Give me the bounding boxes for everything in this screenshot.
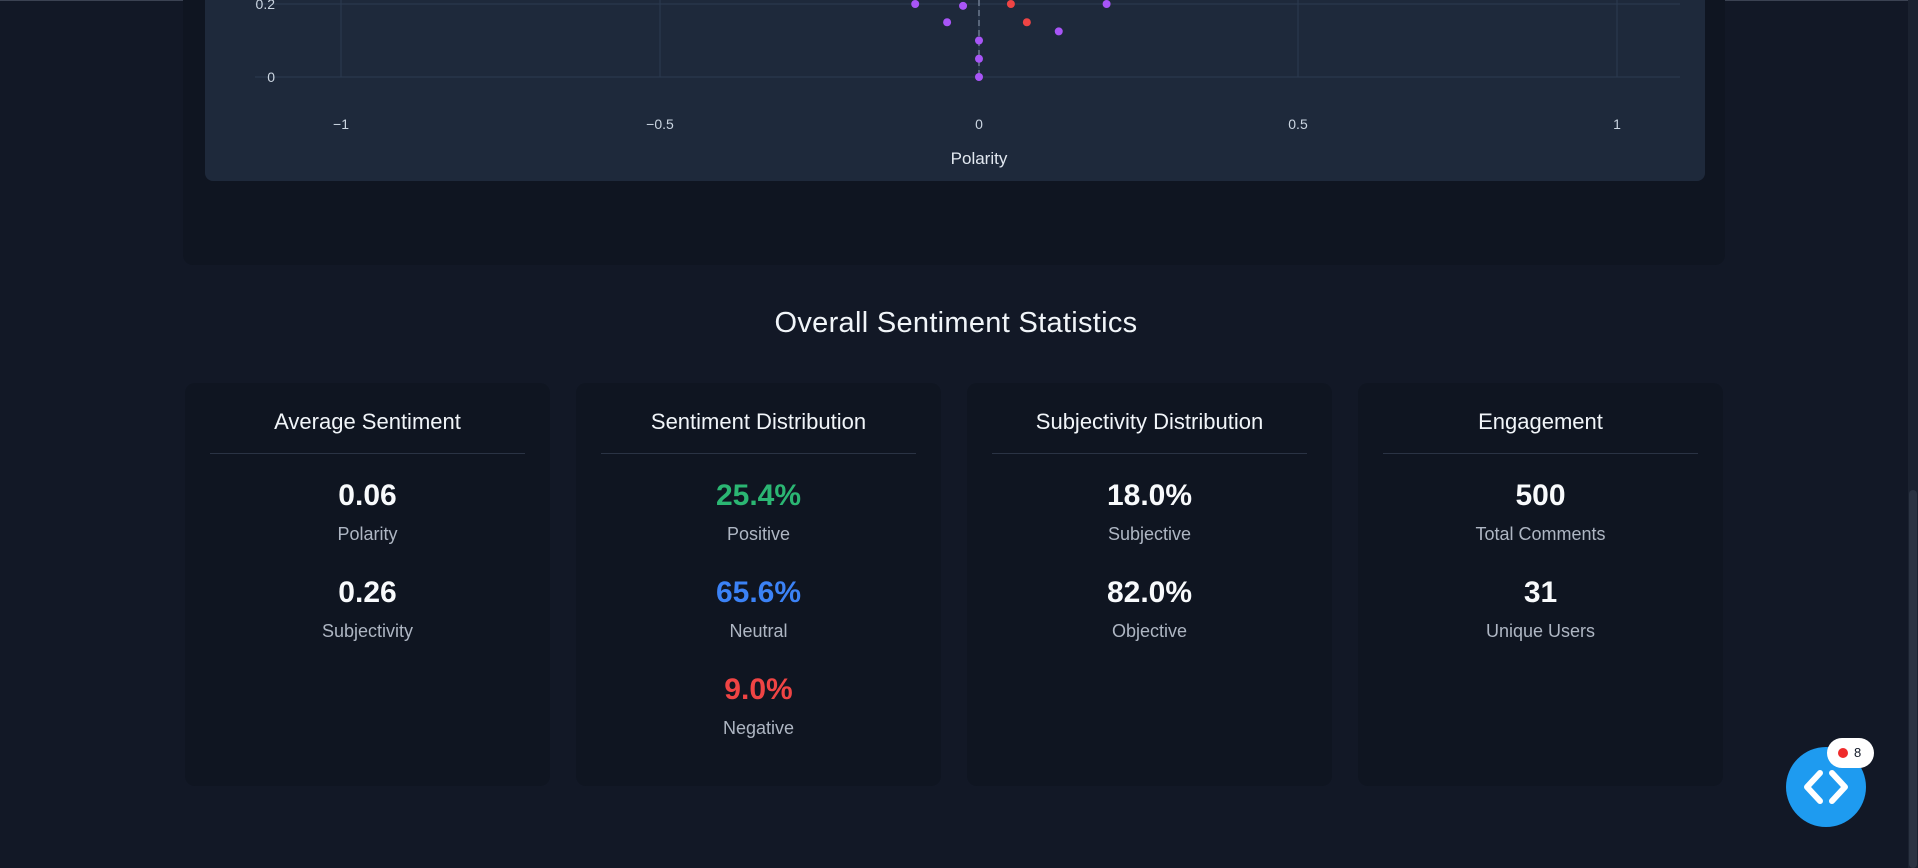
x-tick-label: 1 [1613, 116, 1621, 132]
card-title: Sentiment Distribution [601, 383, 916, 454]
scatter-point[interactable] [943, 18, 952, 27]
badge-count: 8 [1854, 745, 1862, 760]
stat-value: 500 [1515, 479, 1566, 512]
stat-subjective: 18.0% Subjective [967, 476, 1332, 545]
stat-label: Objective [1111, 621, 1188, 641]
stat-label: Positive [726, 524, 791, 544]
stat-value: 18.0% [1106, 479, 1193, 512]
stat-subjectivity: 0.26 Subjectivity [185, 573, 550, 642]
stat-value: 82.0% [1106, 576, 1193, 609]
stat-label: Negative [722, 718, 795, 738]
x-tick-label: −1 [333, 116, 349, 132]
stat-total-comments: 500 Total Comments [1358, 476, 1723, 545]
stat-label: Neutral [729, 621, 788, 641]
stat-value: 9.0% [724, 673, 793, 706]
scatter-point[interactable] [1102, 0, 1111, 8]
stat-value: 0.06 [338, 479, 397, 512]
y-tick-label: 0.2 [256, 0, 276, 12]
x-tick-label: 0 [975, 116, 983, 132]
stat-objective: 82.0% Objective [967, 573, 1332, 642]
notification-badge[interactable]: 8 [1827, 738, 1874, 768]
scatter-point[interactable] [975, 54, 983, 63]
y-tick-label: 0 [267, 69, 275, 85]
scatter-point[interactable] [1022, 18, 1031, 27]
scatter-point[interactable] [959, 1, 968, 10]
stat-polarity: 0.06 Polarity [185, 476, 550, 545]
stat-label: Polarity [337, 524, 398, 544]
card-title: Average Sentiment [210, 383, 525, 454]
x-tick-label: −0.5 [646, 116, 674, 132]
scatter-point[interactable] [911, 0, 920, 8]
stat-negative: 9.0% Negative [576, 670, 941, 739]
x-tick-label: 0.5 [1288, 116, 1308, 132]
stats-section-title: Overall Sentiment Statistics [774, 307, 1138, 339]
stat-unique-users: 31 Unique Users [1358, 573, 1723, 642]
scatter-point[interactable] [1054, 27, 1063, 36]
stat-label: Unique Users [1485, 621, 1596, 641]
scatter-point[interactable] [975, 73, 983, 81]
stat-label: Total Comments [1475, 524, 1606, 544]
card-title: Engagement [1383, 383, 1698, 454]
card-title: Subjectivity Distribution [992, 383, 1307, 454]
card-average-sentiment: Average Sentiment 0.06 Polarity 0.26 Sub… [185, 383, 550, 786]
stat-label: Subjective [1107, 524, 1192, 544]
polarity-subjectivity-scatter-chart: −1 −0.5 0 0.5 1 0 0.2 Polarity [255, 0, 1680, 168]
stat-label: Subjectivity [321, 621, 414, 641]
stat-value: 25.4% [715, 479, 802, 512]
card-subjectivity-distribution: Subjectivity Distribution 18.0% Subjecti… [967, 383, 1332, 786]
stat-value: 0.26 [338, 576, 397, 609]
card-sentiment-distribution: Sentiment Distribution 25.4% Positive 65… [576, 383, 941, 786]
x-axis-title: Polarity [951, 149, 1008, 168]
scrollbar-thumb[interactable] [1909, 490, 1917, 868]
scatter-point[interactable] [975, 36, 983, 45]
page-scrollbar[interactable] [1908, 0, 1918, 868]
stat-positive: 25.4% Positive [576, 476, 941, 545]
stat-value: 65.6% [715, 576, 802, 609]
stat-value: 31 [1523, 576, 1558, 609]
status-dot-icon [1838, 748, 1848, 758]
card-engagement: Engagement 500 Total Comments 31 Unique … [1358, 383, 1723, 786]
stat-neutral: 65.6% Neutral [576, 573, 941, 642]
scatter-point[interactable] [1006, 0, 1015, 8]
